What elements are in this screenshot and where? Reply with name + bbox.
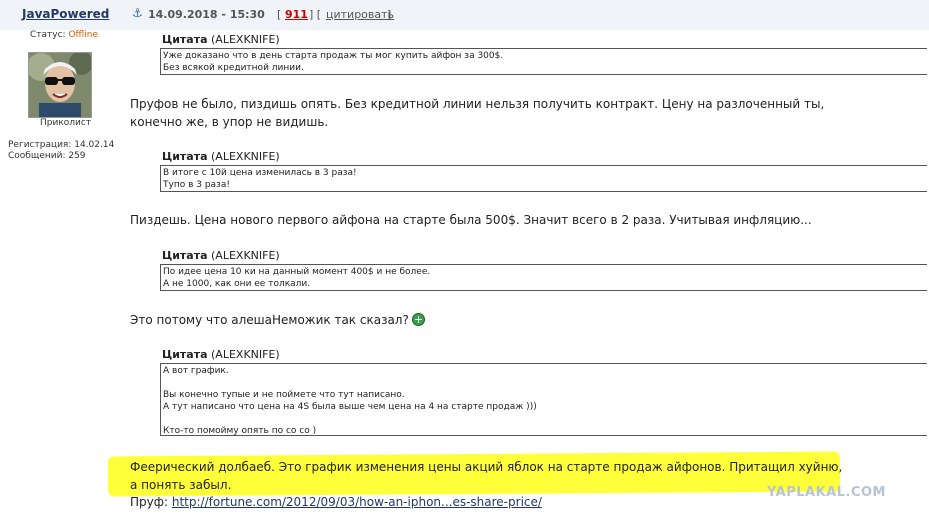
reply-text: Пиздешь. Цена нового первого айфона на с… — [130, 213, 812, 227]
quote-line: Без всякой кредитной линии. — [163, 63, 304, 73]
quote-label: Цитата — [162, 150, 208, 163]
user-status: Статус: Offline — [30, 30, 98, 40]
reply-text: Это потому что алешаНеможик так сказал? — [130, 311, 870, 329]
quote-box: В итоге с 10й цена изменилась в 3 раза! … — [160, 165, 927, 192]
quote-label: Цитата — [162, 348, 208, 361]
proof-label: Пруф: — [130, 495, 169, 509]
reply-sentence: Это потому что алешаНеможик так сказал? — [130, 313, 409, 327]
quote-author: (ALEXKNIFE) — [211, 150, 280, 163]
proof-link[interactable]: http://fortune.com/2012/09/03/how-an-iph… — [172, 495, 542, 509]
bracket-mid: ] [ — [309, 8, 322, 21]
author-link[interactable]: JavaPowered — [22, 7, 109, 21]
quote-label: Цитата — [162, 33, 208, 46]
quote-line: В итоге с 10й цена изменилась в 3 раза! — [163, 168, 357, 178]
bracket-close: ] — [387, 8, 392, 21]
status-label: Статус: — [30, 30, 66, 40]
post-number-link[interactable]: 911 — [285, 8, 308, 21]
quote-line: А тут написано что цена на 4S была выше … — [163, 402, 537, 412]
reply-text: Пруфов не было, пиздишь опять. Без креди… — [130, 97, 825, 129]
anchor-icon[interactable]: ⚓ — [132, 6, 143, 20]
quote-line: По идее цена 10 ки на данный момент 400$… — [163, 267, 431, 277]
user-stats: Регистрация: 14.02.14 Сообщений: 259 — [8, 140, 114, 162]
quote-title: Цитата (ALEXKNIFE) — [162, 150, 280, 163]
message-count: Сообщений: 259 — [8, 151, 86, 161]
quote-line — [163, 377, 927, 389]
user-rank: Приколист — [40, 118, 92, 128]
quote-line: А не 1000, как они ее толкали. — [163, 279, 311, 289]
avatar-image — [29, 53, 91, 117]
reply-text-highlighted: Феерический долбаеб. Это график изменени… — [130, 460, 843, 492]
quote-line: А вот график. — [163, 366, 229, 376]
quote-line: Уже доказано что в день старта продаж ты… — [163, 51, 504, 61]
quote-title: Цитата (ALEXKNIFE) — [162, 249, 280, 262]
post-datetime: 14.09.2018 - 15:30 — [148, 8, 265, 21]
quote-box: По идее цена 10 ки на данный момент 400$… — [160, 264, 927, 291]
quote-label: Цитата — [162, 249, 208, 262]
quote-title: Цитата (ALEXKNIFE) — [162, 348, 280, 361]
quote-line: Вы конечно тупые и не поймете что тут на… — [163, 390, 405, 400]
quote-author: (ALEXKNIFE) — [211, 33, 280, 46]
smiley-icon — [411, 313, 425, 326]
quote-line — [163, 413, 927, 425]
quote-line: Кто-то помойму опять по со со ) — [163, 426, 317, 436]
status-value: Offline — [68, 30, 98, 40]
site-watermark: YAPLAKAL.COM — [767, 485, 886, 500]
quote-box: А вот график. Вы конечно тупые и не пойм… — [160, 363, 927, 436]
proof-line: Пруф: http://fortune.com/2012/09/03/how-… — [130, 493, 870, 511]
quote-line: Тупо в 3 раза! — [163, 180, 230, 190]
quote-author: (ALEXKNIFE) — [211, 249, 280, 262]
bracket-open: [ — [277, 8, 282, 21]
cite-button[interactable]: цитировать — [326, 8, 394, 21]
quote-box: Уже доказано что в день старта продаж ты… — [160, 48, 927, 75]
quote-title: Цитата (ALEXKNIFE) — [162, 33, 280, 46]
quote-author: (ALEXKNIFE) — [211, 348, 280, 361]
avatar[interactable] — [28, 52, 92, 118]
registration-date: Регистрация: 14.02.14 — [8, 140, 115, 150]
